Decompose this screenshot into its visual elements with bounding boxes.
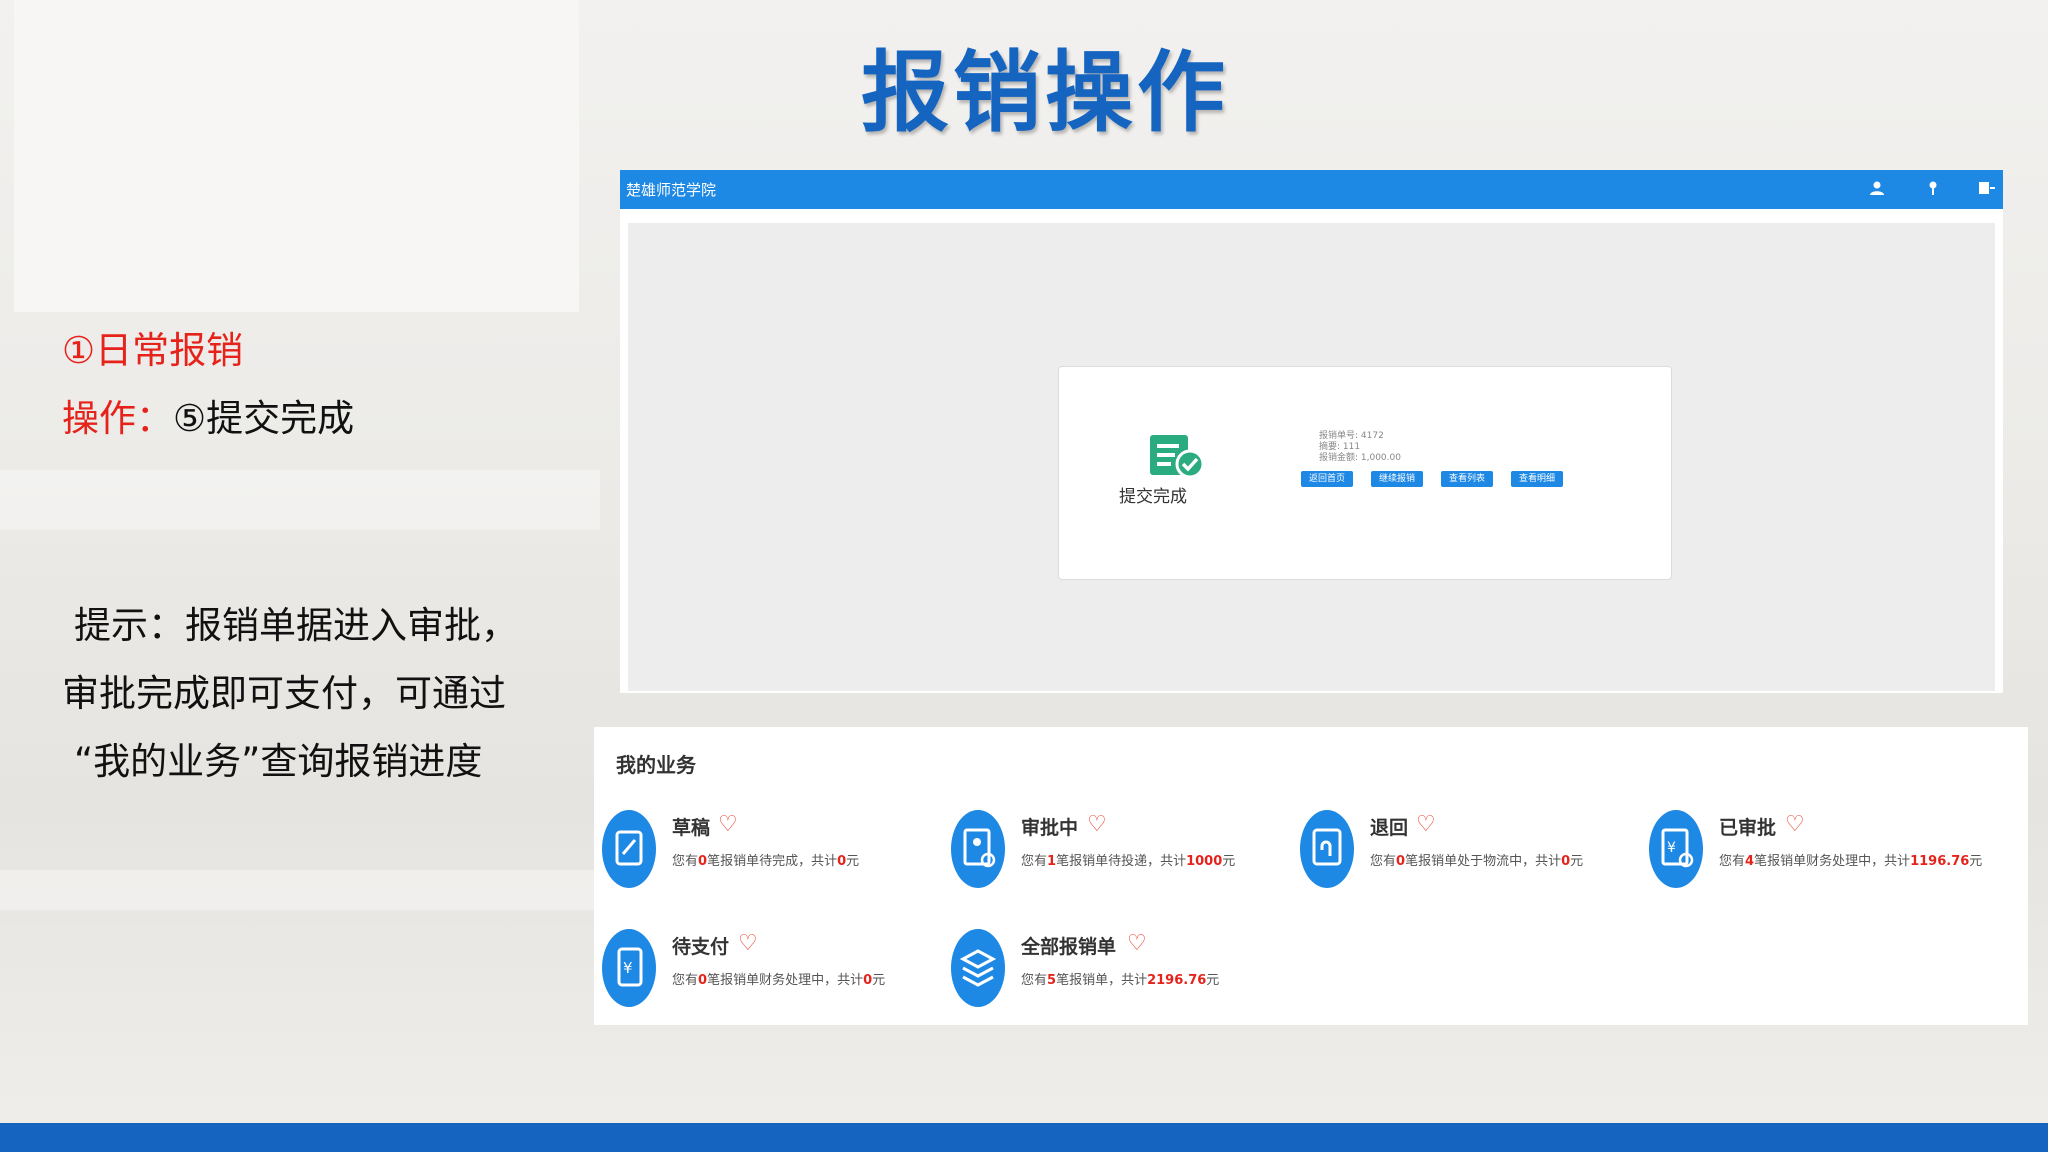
content-area: 提交完成 报销单号: 4172 摘要: 111 报销金额: 1,000.00 返… bbox=[628, 223, 1995, 691]
svg-text:¥: ¥ bbox=[1667, 840, 1676, 856]
logout-icon[interactable] bbox=[1978, 180, 1995, 198]
back-home-button[interactable]: 返回首页 bbox=[1301, 471, 1354, 487]
approved-icon: ¥ bbox=[1649, 810, 1703, 888]
business-item-approved[interactable]: ¥ 已审批 ♡ 您有4笔报销单财务处理中，共计1196.76元 bbox=[1649, 810, 1989, 890]
business-item-name: 退回 bbox=[1370, 817, 1409, 839]
submit-done-icon bbox=[1148, 431, 1205, 483]
view-list-button[interactable]: 查看列表 bbox=[1441, 471, 1494, 487]
submit-success-card: 提交完成 报销单号: 4172 摘要: 111 报销金额: 1,000.00 返… bbox=[1058, 366, 1672, 580]
business-item-all[interactable]: 全部报销单 ♡ 您有5笔报销单，共计2196.76元 bbox=[951, 929, 1291, 1009]
business-item-name: 已审批 bbox=[1719, 817, 1777, 839]
app-body: 提交完成 报销单号: 4172 摘要: 111 报销金额: 1,000.00 返… bbox=[620, 209, 2003, 693]
app-title: 楚雄师范学院 bbox=[626, 181, 717, 199]
business-item-desc: 您有0笔报销单待完成，共计0元 bbox=[672, 854, 860, 869]
heart-icon[interactable]: ♡ bbox=[1416, 812, 1436, 837]
background-stripe bbox=[0, 470, 600, 530]
heart-icon[interactable]: ♡ bbox=[738, 931, 758, 956]
heart-icon[interactable]: ♡ bbox=[1127, 931, 1147, 956]
business-item-name: 审批中 bbox=[1021, 817, 1079, 839]
my-business-panel: 我的业务 草稿 ♡ 您有0笔报销单待完成，共计0元 审批中 ♡ 您有1笔报销单待… bbox=[594, 727, 2028, 1025]
business-item-desc: 您有5笔报销单，共计2196.76元 bbox=[1021, 973, 1220, 988]
footer-bar bbox=[0, 1123, 2048, 1152]
tip-line: 提示：报销单据进入审批， bbox=[74, 604, 518, 647]
business-item-approving[interactable]: 审批中 ♡ 您有1笔报销单待投递，共计1000元 bbox=[951, 810, 1291, 890]
operation-prefix: 操作： bbox=[62, 397, 173, 440]
view-details-button[interactable]: 查看明细 bbox=[1511, 471, 1564, 487]
tip-text: 提示：报销单据进入审批， 审批完成即可支付，可通过 “我的业务”查询报销进度 bbox=[62, 592, 542, 796]
location-pin-icon[interactable] bbox=[1925, 180, 1941, 198]
business-item-desc: 您有0笔报销单处于物流中，共计0元 bbox=[1370, 854, 1584, 869]
tip-line: “我的业务”查询报销进度 bbox=[74, 740, 483, 783]
operation-step: ⑤提交完成 bbox=[173, 397, 355, 440]
operation-line: 操作：⑤提交完成 bbox=[62, 388, 354, 442]
slide-title: 报销操作 bbox=[860, 41, 1229, 144]
business-item-returned[interactable]: 退回 ♡ 您有0笔报销单处于物流中，共计0元 bbox=[1300, 810, 1640, 890]
heart-icon[interactable]: ♡ bbox=[718, 812, 738, 837]
receipt-summary: 摘要: 111 bbox=[1319, 442, 1361, 452]
all-reimbursements-icon bbox=[951, 929, 1005, 1007]
receipt-number: 报销单号: 4172 bbox=[1319, 431, 1384, 441]
approving-icon bbox=[951, 810, 1005, 888]
my-business-title: 我的业务 bbox=[616, 753, 696, 777]
user-icon[interactable] bbox=[1869, 180, 1885, 198]
business-item-desc: 您有4笔报销单财务处理中，共计1196.76元 bbox=[1719, 854, 1983, 869]
business-item-draft[interactable]: 草稿 ♡ 您有0笔报销单待完成，共计0元 bbox=[602, 810, 942, 890]
business-item-desc: 您有0笔报销单财务处理中，共计0元 bbox=[672, 973, 886, 988]
tip-line: 审批完成即可支付，可通过 bbox=[62, 672, 506, 715]
svg-text:¥: ¥ bbox=[623, 959, 633, 977]
background-panel bbox=[14, 0, 579, 312]
returned-icon bbox=[1300, 810, 1354, 888]
business-item-name: 草稿 bbox=[672, 817, 711, 839]
continue-reimburse-button[interactable]: 继续报销 bbox=[1371, 471, 1424, 487]
business-item-pending-payment[interactable]: ¥ 待支付 ♡ 您有0笔报销单财务处理中，共计0元 bbox=[602, 929, 942, 1009]
heart-icon[interactable]: ♡ bbox=[1087, 812, 1107, 837]
draft-icon bbox=[602, 810, 656, 888]
business-item-name: 待支付 bbox=[672, 936, 730, 958]
section-heading: ①日常报销 bbox=[62, 329, 244, 372]
heart-icon[interactable]: ♡ bbox=[1785, 812, 1805, 837]
receipt-info: 报销单号: 4172 摘要: 111 报销金额: 1,000.00 bbox=[1319, 431, 1401, 464]
business-item-desc: 您有1笔报销单待投递，共计1000元 bbox=[1021, 854, 1236, 869]
receipt-amount: 报销金额: 1,000.00 bbox=[1319, 453, 1401, 463]
pending-payment-icon: ¥ bbox=[602, 929, 656, 1007]
app-header: 楚雄师范学院 bbox=[620, 170, 2003, 209]
business-item-name: 全部报销单 bbox=[1021, 936, 1117, 958]
submit-done-label: 提交完成 bbox=[1119, 487, 1187, 507]
background-stripe bbox=[0, 870, 600, 910]
